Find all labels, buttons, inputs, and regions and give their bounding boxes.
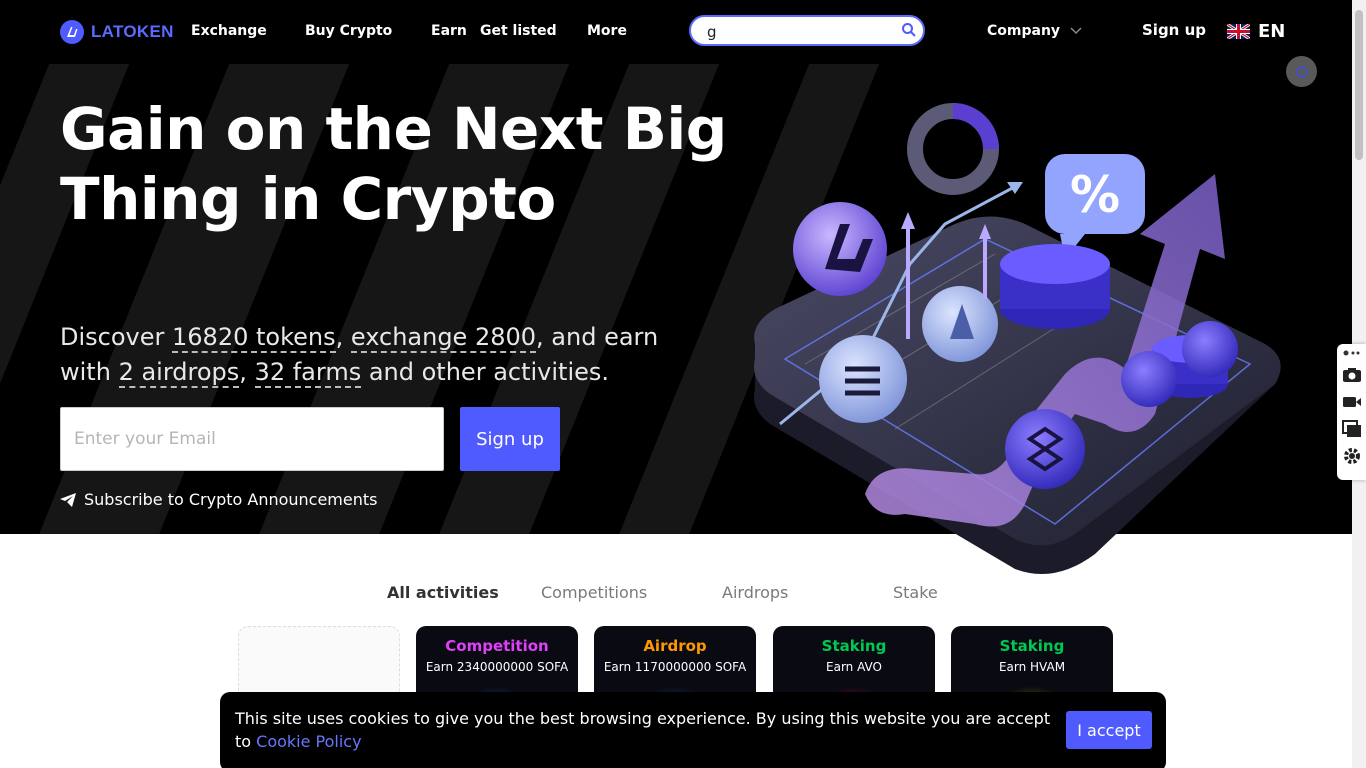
card-earn: Earn AVO [826, 660, 882, 674]
side-toolbar [1337, 344, 1366, 480]
nav-more[interactable]: More [587, 23, 627, 39]
tab-stake[interactable]: Stake [893, 583, 938, 602]
search-input[interactable]: g [707, 23, 717, 41]
card-earn: Earn HVAM [998, 660, 1066, 674]
email-field[interactable] [60, 407, 444, 471]
gear-icon[interactable] [1341, 445, 1363, 467]
hero-title: Gain on the Next Big Thing in Crypto [60, 95, 727, 233]
card-earn: Earn 1170000000 SOFA [603, 660, 747, 674]
nav-buy-crypto[interactable]: Buy Crypto [305, 23, 392, 39]
hero-subtitle: Discover 16820 tokens, exchange 2800, an… [60, 323, 659, 388]
screenshot-camera-icon[interactable] [1341, 364, 1363, 386]
company-label: Company [987, 23, 1061, 39]
cookie-policy-link[interactable]: Cookie Policy [256, 732, 361, 751]
tab-airdrops[interactable]: Airdrops [722, 583, 788, 602]
scroll-thumb[interactable] [1355, 10, 1363, 160]
chevron-down-icon [1070, 27, 1082, 35]
subscribe-label: Subscribe to Crypto Announcements [84, 490, 378, 509]
card-type: Staking [999, 637, 1065, 655]
header-signup-link[interactable]: Sign up [1142, 21, 1206, 39]
tab-all-activities[interactable]: All activities [387, 583, 499, 602]
tokens-link[interactable]: 16820 tokens [172, 323, 336, 353]
accept-cookies-button[interactable]: I accept [1066, 711, 1152, 749]
svg-text:%: % [1070, 166, 1120, 224]
card-earn: Earn 2340000000 SOFA [425, 660, 569, 674]
hero-sub-discover: Discover [60, 323, 165, 351]
hero-section: Gain on the Next Big Thing in Crypto Dis… [0, 56, 1352, 574]
nav-exchange[interactable]: Exchange [191, 23, 267, 39]
floating-camera-button[interactable] [1286, 56, 1317, 87]
top-navbar: LATOKEN Exchange Buy Crypto Earn Get lis… [0, 0, 1352, 64]
camera-icon [1295, 65, 1308, 78]
more-options-icon[interactable] [1341, 347, 1363, 359]
hero-signup-button[interactable]: Sign up [460, 407, 560, 471]
exchange-link[interactable]: exchange 2800 [350, 323, 537, 353]
language-selector[interactable]: EN [1227, 21, 1285, 42]
cookie-message: This site uses cookies to give you the b… [235, 707, 1055, 753]
search-box[interactable]: g [689, 15, 925, 46]
paper-plane-icon [60, 492, 76, 507]
subscribe-link[interactable]: Subscribe to Crypto Announcements [60, 490, 377, 509]
latoken-logo[interactable]: LATOKEN [60, 20, 174, 44]
tab-competitions[interactable]: Competitions [541, 583, 647, 602]
company-menu[interactable]: Company [987, 23, 1082, 39]
card-type: Airdrop [643, 637, 707, 655]
hero-sub-rest: and other activities. [368, 358, 610, 386]
cookie-banner: This site uses cookies to give you the b… [220, 692, 1166, 768]
video-record-icon[interactable] [1341, 391, 1363, 413]
uk-flag-icon [1227, 24, 1250, 39]
crypto-platform-illustration: % [754, 103, 1281, 574]
card-type: Competition [445, 637, 549, 655]
nav-earn[interactable]: Earn [431, 23, 467, 39]
latoken-logo-icon [60, 20, 84, 44]
card-type: Staking [821, 637, 887, 655]
nav-get-listed[interactable]: Get listed [480, 23, 557, 39]
search-icon[interactable] [901, 22, 917, 42]
logo-text: LATOKEN [91, 22, 174, 41]
window-copy-icon[interactable] [1341, 418, 1363, 440]
language-label: EN [1258, 21, 1286, 42]
farms-link[interactable]: 32 farms [254, 358, 362, 388]
airdrops-link[interactable]: 2 airdrops [118, 358, 240, 388]
